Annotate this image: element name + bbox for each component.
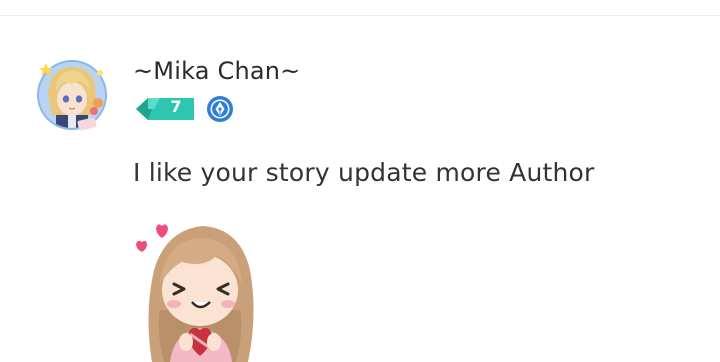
anime-girl-heart-sticker [136,224,254,362]
avatar[interactable] [34,55,110,131]
sticker[interactable] [130,214,260,362]
comment-text: I like your story update more Author [133,158,595,187]
level-number: 7 [170,97,182,116]
author-name[interactable]: ~Mika Chan~ [133,57,301,85]
level-badge-icon [136,98,194,120]
title-badge[interactable] [206,95,234,123]
pen-nib-badge-icon [207,96,233,122]
level-badge[interactable] [136,96,196,122]
anime-avatar-icon [37,60,107,131]
comment-item: ~Mika Chan~ 7 I like your story update m… [0,0,720,362]
